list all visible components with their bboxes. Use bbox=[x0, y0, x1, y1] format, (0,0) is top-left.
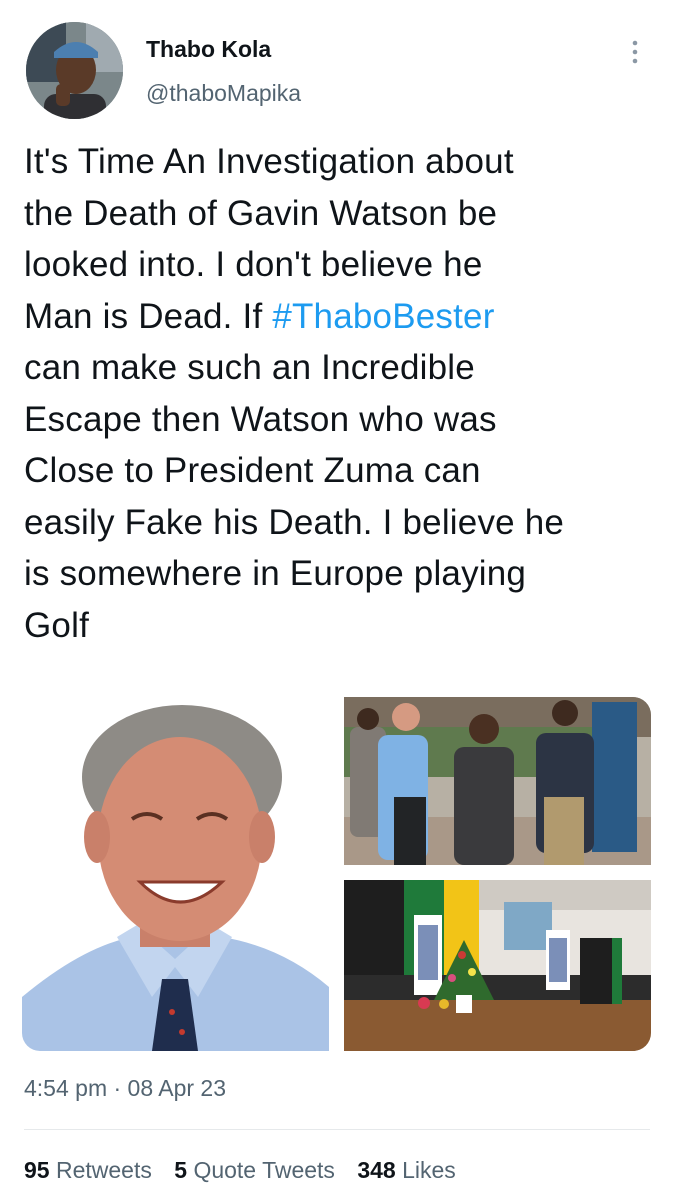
tweet-timestamp[interactable]: 4:54 pm · 08 Apr 23 bbox=[24, 1072, 226, 1104]
tweet-text-line: the Death of Gavin Watson be bbox=[24, 188, 652, 240]
tweet-text-line: It's Time An Investigation about bbox=[24, 136, 652, 188]
likes-label: Likes bbox=[402, 1157, 456, 1183]
likes-stat[interactable]: 348 Likes bbox=[357, 1154, 455, 1186]
tweet-text-segment: easily Fake his Death. I believe he bbox=[24, 502, 565, 542]
author-display-name[interactable]: Thabo Kola bbox=[146, 34, 271, 64]
tweet-text-line: easily Fake his Death. I believe he bbox=[24, 497, 652, 549]
retweets-label: Retweets bbox=[55, 1157, 152, 1183]
tweet-text-line: Close to President Zuma can bbox=[24, 445, 652, 497]
tweet-text-segment: It's Time An Investigation about bbox=[24, 142, 514, 181]
avatar[interactable] bbox=[26, 22, 123, 119]
author-handle[interactable]: @thaboMapika bbox=[146, 78, 301, 108]
tweet-text-segment: the Death of Gavin Watson be bbox=[24, 193, 498, 233]
tweet-text-line: is somewhere in Europe playing bbox=[24, 548, 652, 600]
photo-memorial[interactable] bbox=[344, 880, 651, 1051]
quote-tweets-stat[interactable]: 5 Quote Tweets bbox=[174, 1154, 335, 1186]
divider bbox=[24, 1129, 650, 1130]
tweet-text-segment: is somewhere in Europe playing bbox=[24, 554, 527, 593]
quote-tweets-label: Quote Tweets bbox=[193, 1157, 335, 1183]
retweets-stat[interactable]: 95 Retweets bbox=[24, 1154, 152, 1186]
hashtag-link[interactable]: #ThaboBester bbox=[272, 297, 494, 336]
avatar-image bbox=[26, 22, 123, 119]
media-grid bbox=[22, 697, 651, 1051]
photo-portrait[interactable] bbox=[22, 697, 329, 1051]
tweet-text-segment: Golf bbox=[24, 605, 89, 645]
tweet-text-line: Golf bbox=[24, 600, 652, 652]
likes-count: 348 bbox=[357, 1157, 396, 1183]
tweet-text-line: Escape then Watson who was bbox=[24, 394, 652, 446]
tweet-text-segment: Man is Dead. If bbox=[24, 296, 273, 336]
tweet-text-segment: looked into. I don't believe he bbox=[24, 245, 483, 284]
tweet-text-segment: Escape then Watson who was bbox=[24, 399, 497, 439]
tweet-text-line: looked into. I don't believe he bbox=[24, 239, 652, 291]
tweet-text-line: can make such an Incredible bbox=[24, 342, 652, 394]
tweet-text-line: Man is Dead. If #ThaboBester bbox=[24, 291, 652, 343]
tweet-text-segment: can make such an Incredible bbox=[24, 348, 475, 387]
tweet-text: It's Time An Investigation about the Deat… bbox=[24, 136, 652, 651]
engagement-stats: 95 Retweets 5 Quote Tweets 348 Likes bbox=[24, 1154, 472, 1186]
retweets-count: 95 bbox=[24, 1157, 50, 1183]
tweet-text-segment: Close to President Zuma can bbox=[24, 451, 481, 490]
quote-tweets-count: 5 bbox=[174, 1157, 188, 1183]
photo-group[interactable] bbox=[344, 697, 651, 865]
more-vertical-icon[interactable] bbox=[620, 36, 650, 70]
